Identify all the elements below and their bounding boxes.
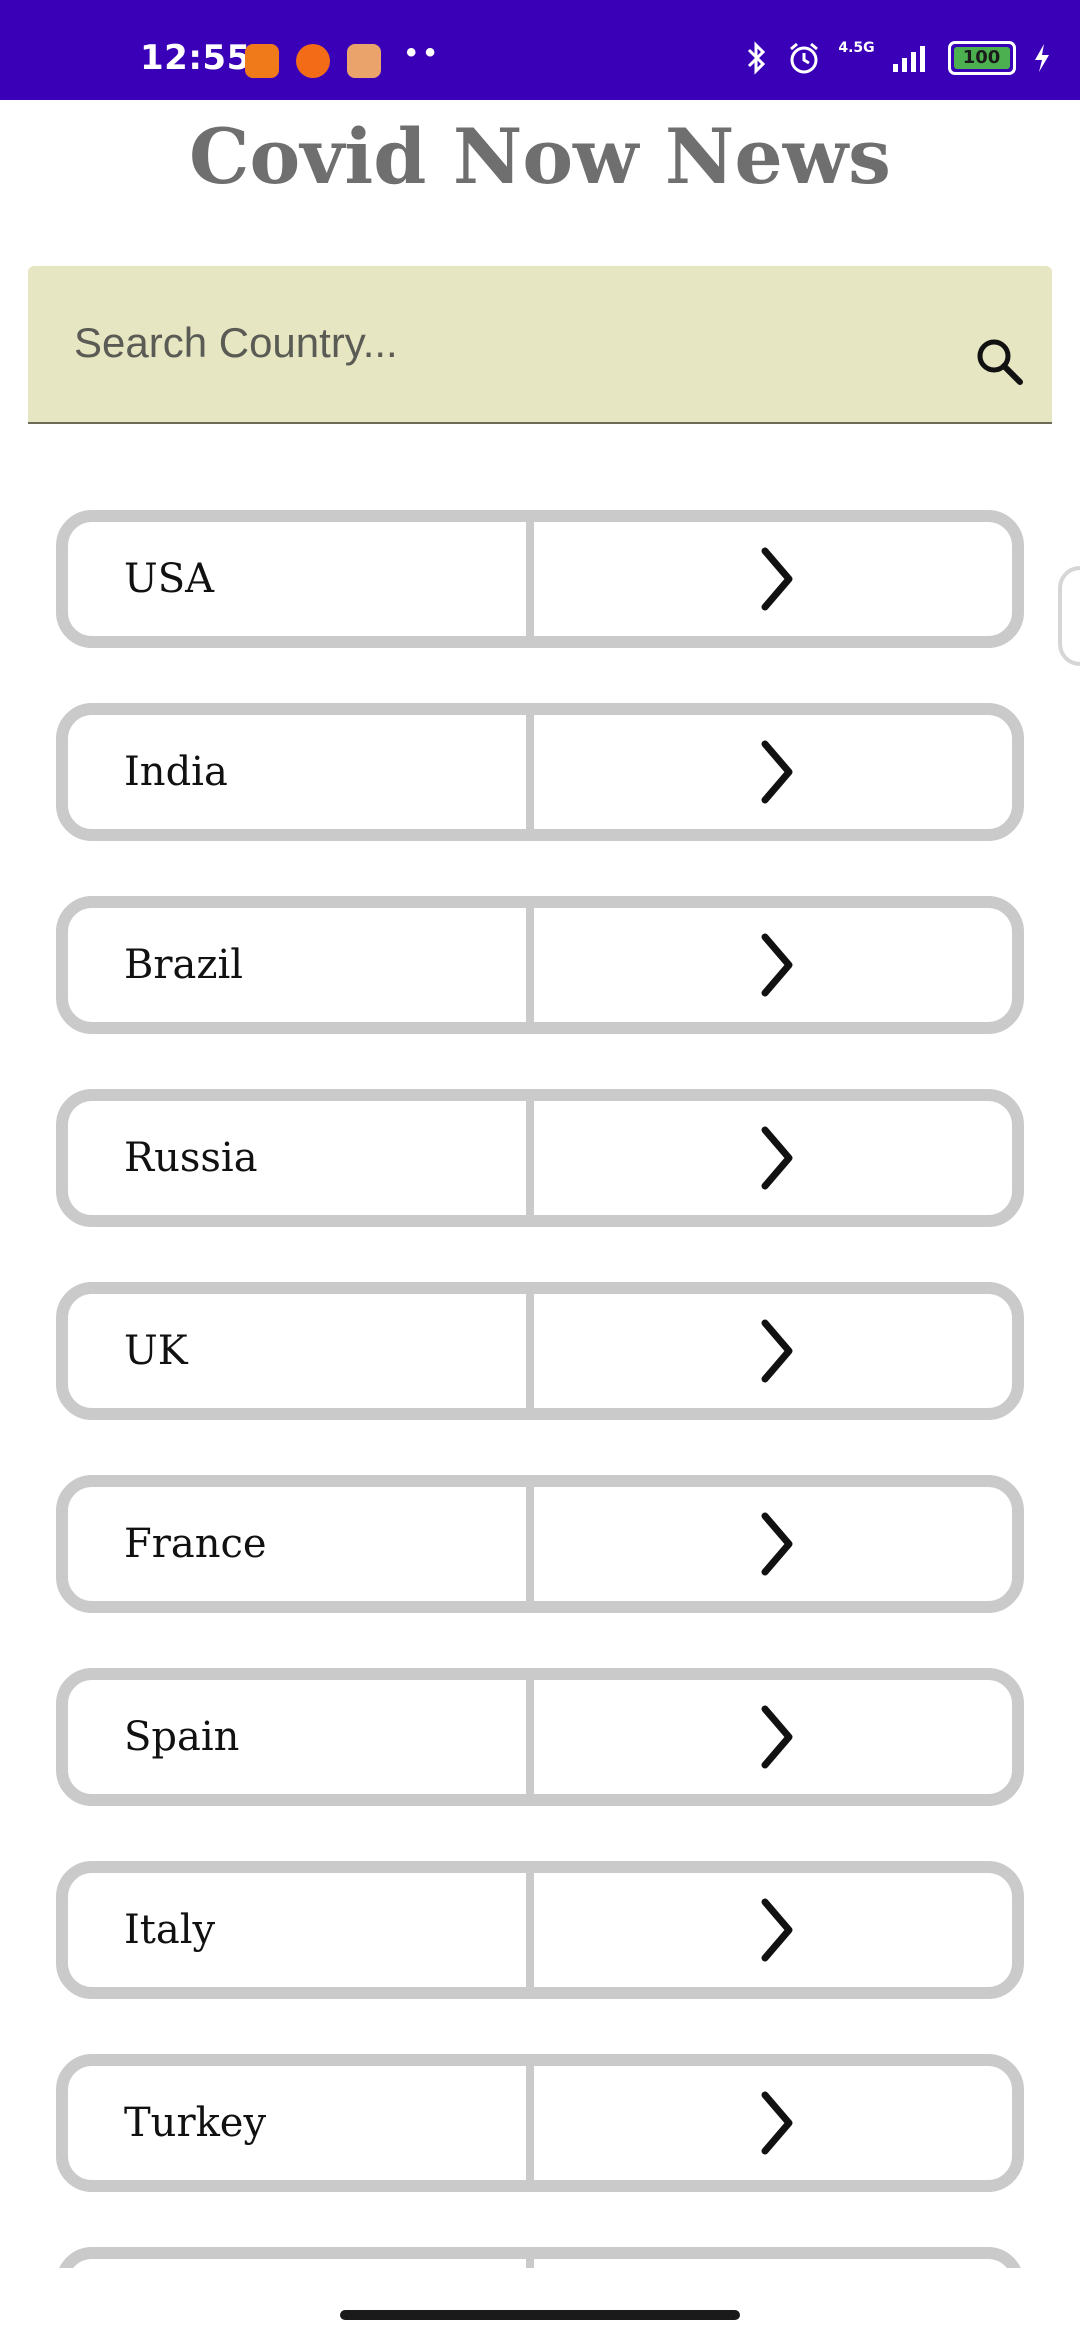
country-name: Turkey <box>68 2066 534 2180</box>
country-row-uk[interactable]: UK <box>56 1282 1024 1420</box>
country-open-button[interactable] <box>542 2259 1012 2268</box>
country-open-button[interactable] <box>542 1680 1012 1794</box>
country-name: France <box>68 1487 534 1601</box>
country-row-france[interactable]: France <box>56 1475 1024 1613</box>
edge-swipe-handle[interactable] <box>1058 566 1080 666</box>
country-row-partial[interactable] <box>56 2247 1024 2268</box>
chevron-right-icon <box>761 547 793 611</box>
country-row-usa[interactable]: USA <box>56 510 1024 648</box>
country-open-button[interactable] <box>542 2066 1012 2180</box>
chevron-right-icon <box>761 1898 793 1962</box>
country-name: Italy <box>68 1873 534 1987</box>
country-row-italy[interactable]: Italy <box>56 1861 1024 1999</box>
country-row-india[interactable]: India <box>56 703 1024 841</box>
chevron-right-icon <box>761 2091 793 2155</box>
chevron-right-icon <box>761 1705 793 1769</box>
country-name: Russia <box>68 1101 534 1215</box>
country-row-spain[interactable]: Spain <box>56 1668 1024 1806</box>
chevron-right-icon <box>761 1512 793 1576</box>
country-name: Spain <box>68 1680 534 1794</box>
country-name <box>68 2259 534 2268</box>
country-row-turkey[interactable]: Turkey <box>56 2054 1024 2192</box>
country-name: Brazil <box>68 908 534 1022</box>
country-name: UK <box>68 1294 534 1408</box>
chevron-right-icon <box>761 1319 793 1383</box>
country-name: India <box>68 715 534 829</box>
country-name: USA <box>68 522 534 636</box>
country-row-russia[interactable]: Russia <box>56 1089 1024 1227</box>
country-open-button[interactable] <box>542 522 1012 636</box>
chevron-right-icon <box>761 933 793 997</box>
country-open-button[interactable] <box>542 1487 1012 1601</box>
country-open-button[interactable] <box>542 1294 1012 1408</box>
country-open-button[interactable] <box>542 1873 1012 1987</box>
home-indicator[interactable] <box>340 2310 740 2320</box>
country-open-button[interactable] <box>542 1101 1012 1215</box>
country-open-button[interactable] <box>542 715 1012 829</box>
country-row-brazil[interactable]: Brazil <box>56 896 1024 1034</box>
chevron-right-icon <box>761 1126 793 1190</box>
country-list[interactable]: USA India Brazil Russia UK France Spain … <box>0 0 1080 2268</box>
chevron-right-icon <box>761 740 793 804</box>
country-open-button[interactable] <box>542 908 1012 1022</box>
